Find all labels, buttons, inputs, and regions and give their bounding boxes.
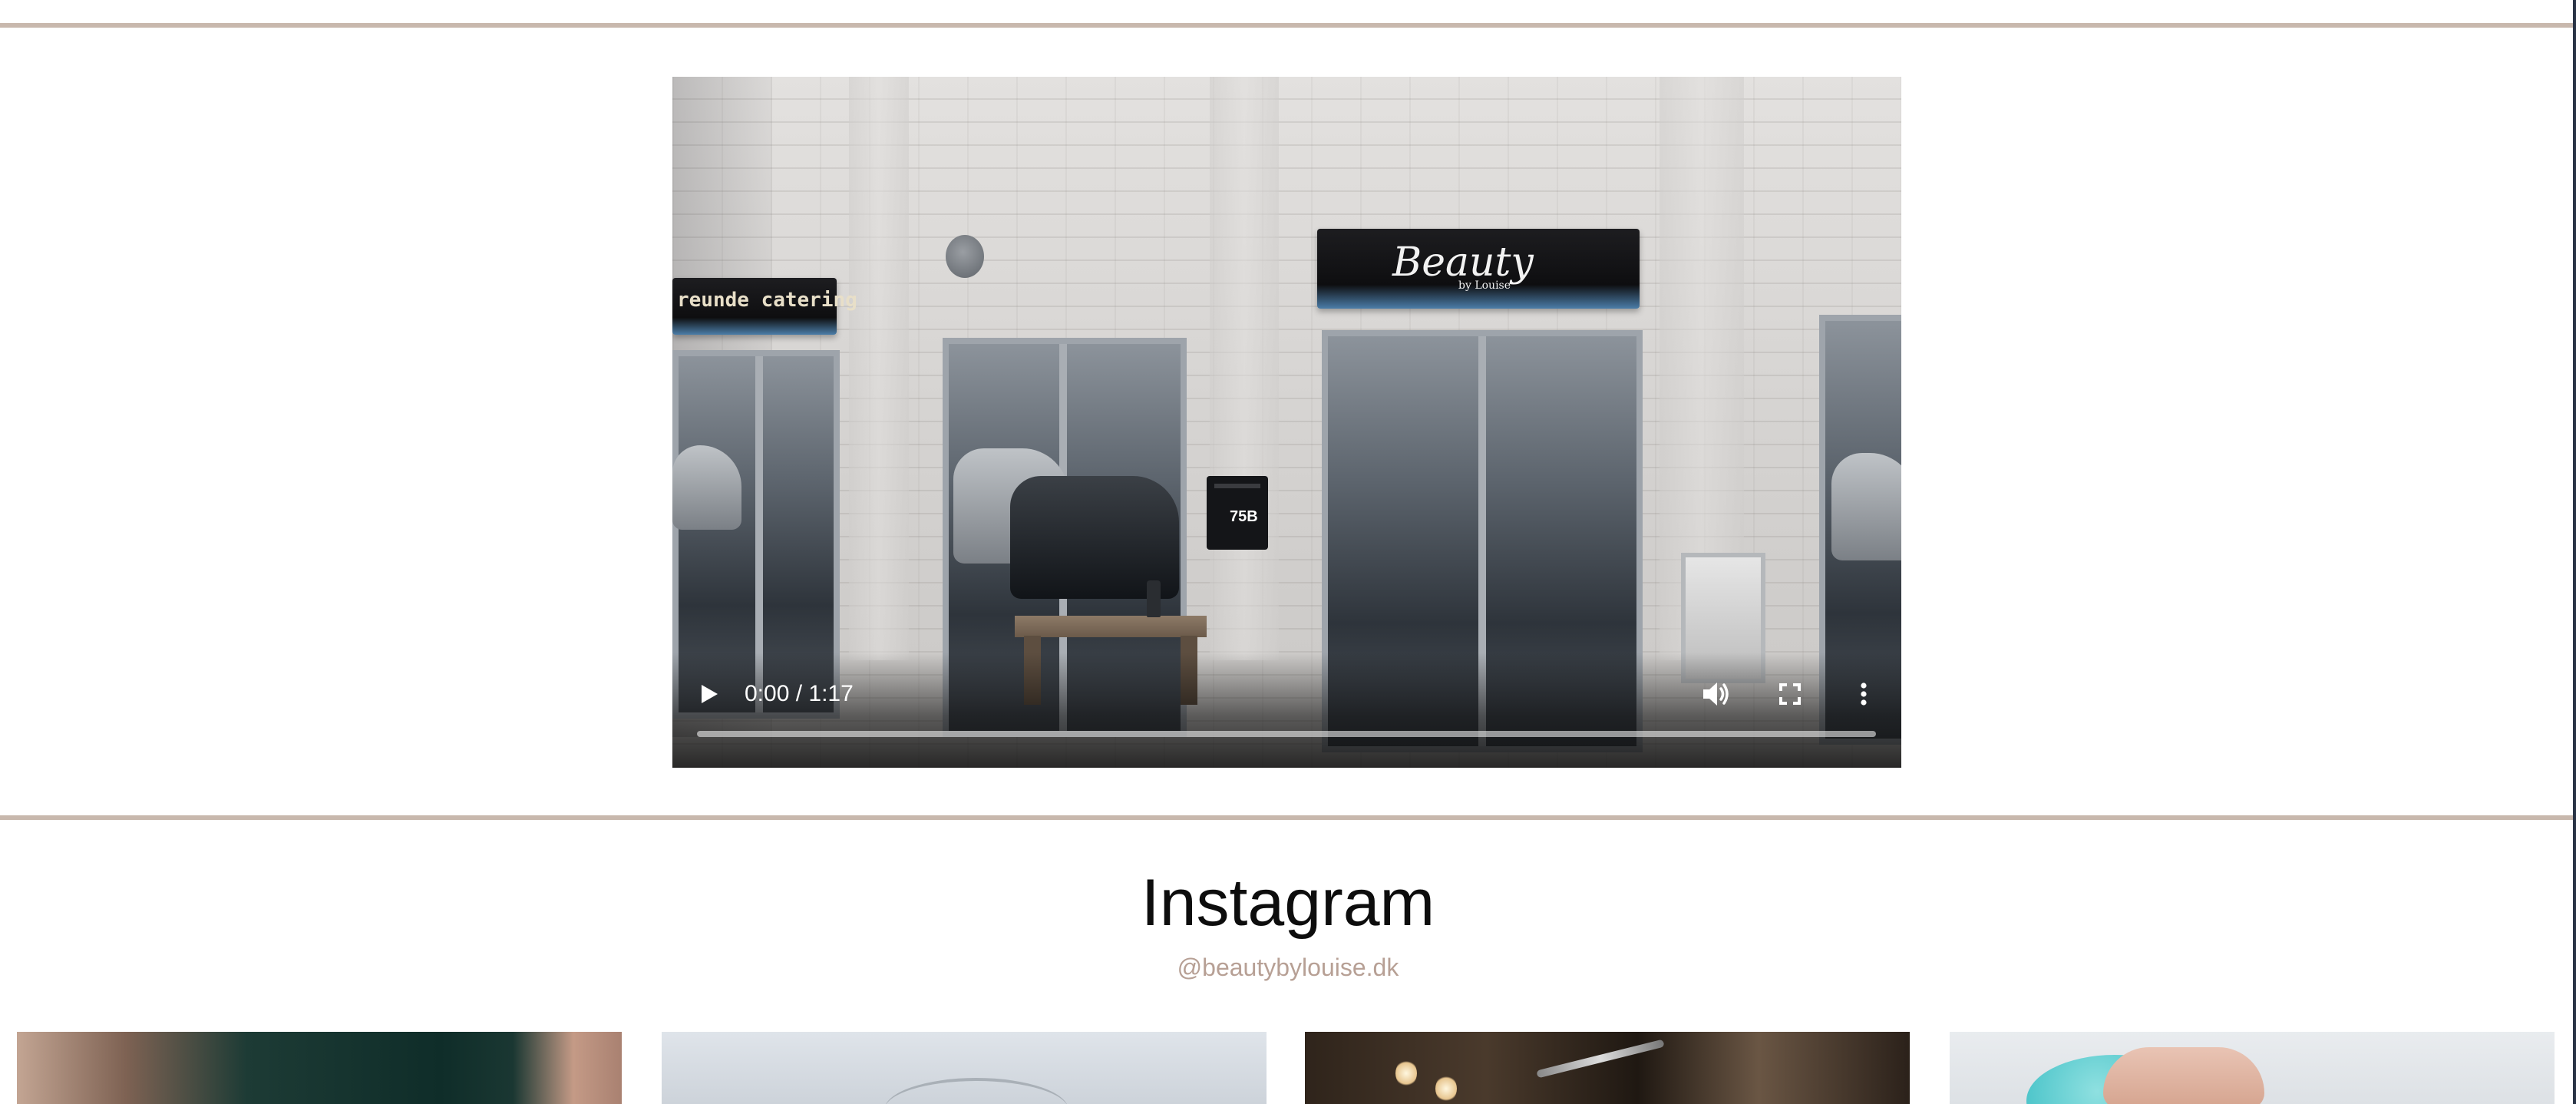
- time-display: 0:00 / 1:17: [745, 681, 854, 706]
- glass-cup: [884, 1078, 1068, 1104]
- beauty-shop-sign-subtext: by Louise: [1458, 279, 1511, 292]
- fullscreen-button[interactable]: [1769, 673, 1811, 716]
- top-divider: [0, 23, 2573, 28]
- instagram-handle-link[interactable]: @beautybylouise.dk: [0, 952, 2576, 983]
- more-options-icon: [1860, 683, 1868, 706]
- wooden-bench: [1015, 616, 1207, 637]
- volume-icon: [1702, 681, 1731, 707]
- beauty-shop-sign-text: Beauty: [1392, 240, 1534, 286]
- wall-vent: [946, 235, 984, 278]
- play-button[interactable]: [688, 673, 731, 716]
- instagram-post-3[interactable]: [1305, 1032, 1910, 1104]
- video-player[interactable]: reunde catering 75B Beauty by Louise 0:0…: [672, 77, 1901, 768]
- volume-button[interactable]: [1695, 673, 1738, 716]
- reflected-car: [1831, 453, 1901, 560]
- hand: [2103, 1047, 2264, 1104]
- video-frame-pillar: [849, 77, 909, 660]
- video-progress-bar[interactable]: [697, 731, 1876, 737]
- neighbor-shop-sign-text: reunde catering: [677, 289, 857, 312]
- more-options-button[interactable]: [1842, 673, 1885, 716]
- bottle: [1147, 580, 1161, 617]
- mailbox: 75B: [1207, 476, 1268, 550]
- beauty-shop-sign: Beauty by Louise: [1317, 229, 1640, 309]
- mailbox-number: 75B: [1230, 508, 1258, 525]
- page: reunde catering 75B Beauty by Louise 0:0…: [0, 0, 2576, 1104]
- video-controls: 0:00 / 1:17: [672, 673, 1901, 716]
- instagram-post-4[interactable]: [1950, 1032, 2555, 1104]
- play-icon: [699, 683, 719, 705]
- fullscreen-icon: [1779, 683, 1801, 705]
- instagram-post-1[interactable]: [17, 1032, 622, 1104]
- video-frame-pillar: [1210, 77, 1279, 660]
- instagram-post-2[interactable]: [662, 1032, 1267, 1104]
- neighbor-shop-sign: reunde catering: [672, 278, 857, 335]
- styling-wand: [1536, 1039, 1665, 1079]
- instagram-heading: Instagram: [1141, 866, 1435, 940]
- section-divider: [0, 815, 2573, 820]
